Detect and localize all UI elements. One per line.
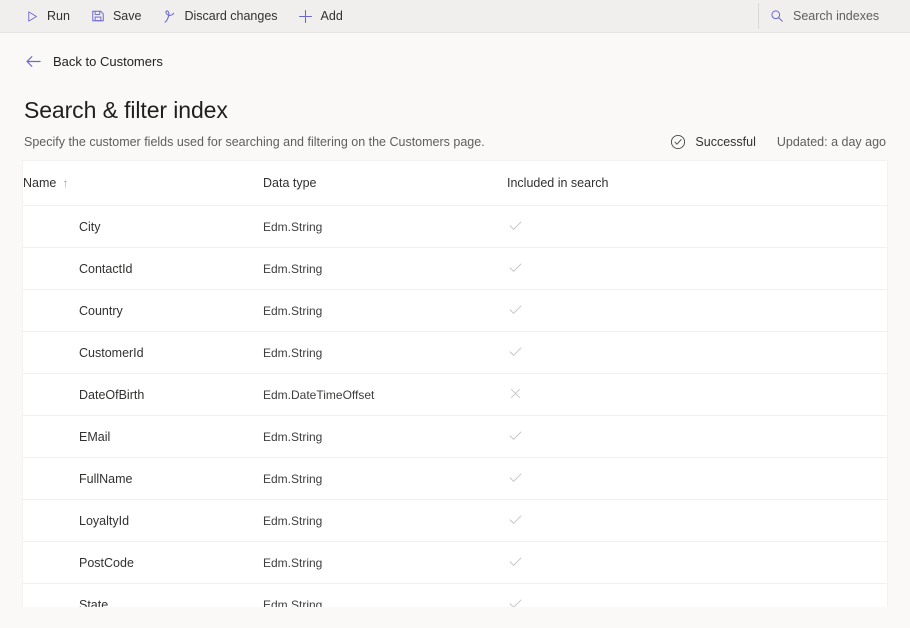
table-row[interactable]: PostCodeEdm.String	[23, 542, 887, 584]
command-bar: Run Save Discard changes	[0, 0, 910, 33]
cell-included-in-search[interactable]	[507, 332, 887, 374]
page-subtitle: Specify the customer fields used for sea…	[24, 133, 485, 151]
cell-data-type: Edm.String	[263, 206, 507, 248]
cell-data-type: Edm.String	[263, 332, 507, 374]
table-row[interactable]: ContactIdEdm.String	[23, 248, 887, 290]
cell-included-in-search[interactable]	[507, 248, 887, 290]
cell-data-type: Edm.DateTimeOffset	[263, 374, 507, 416]
plus-icon	[298, 8, 314, 24]
cell-field-name: City	[23, 206, 263, 248]
arrow-left-icon	[24, 52, 42, 70]
cell-included-in-search[interactable]	[507, 374, 887, 416]
check-icon	[507, 427, 523, 443]
cell-data-type: Edm.String	[263, 500, 507, 542]
cell-included-in-search[interactable]	[507, 458, 887, 500]
cell-field-name: Country	[23, 290, 263, 332]
search-input[interactable]: Search indexes	[793, 9, 879, 23]
cell-data-type: Edm.String	[263, 416, 507, 458]
check-icon	[507, 217, 523, 233]
search-indexes-box[interactable]: Search indexes	[759, 0, 910, 32]
page-title: Search & filter index	[24, 95, 886, 125]
table-row[interactable]: EMailEdm.String	[23, 416, 887, 458]
table-row[interactable]: FullNameEdm.String	[23, 458, 887, 500]
table-row[interactable]: CountryEdm.String	[23, 290, 887, 332]
cell-field-name: CustomerId	[23, 332, 263, 374]
cell-field-name: ContactId	[23, 248, 263, 290]
table-row[interactable]: LoyaltyIdEdm.String	[23, 500, 887, 542]
cell-data-type: Edm.String	[263, 458, 507, 500]
save-icon	[90, 8, 106, 24]
save-button-label: Save	[113, 9, 142, 23]
column-header-included-in-search-label: Included in search	[507, 176, 608, 190]
check-icon	[507, 553, 523, 569]
page-header: Search & filter index Specify the custom…	[0, 82, 910, 152]
page-subheader-row: Specify the customer fields used for sea…	[24, 132, 886, 152]
column-header-data-type-label: Data type	[263, 176, 317, 190]
cell-data-type: Edm.String	[263, 542, 507, 584]
back-navigation: Back to Customers	[0, 33, 910, 82]
status-updated-text: Updated: a day ago	[777, 135, 886, 149]
cell-field-name: DateOfBirth	[23, 374, 263, 416]
table-row[interactable]: DateOfBirthEdm.DateTimeOffset	[23, 374, 887, 416]
column-header-included-in-search[interactable]: Included in search	[507, 161, 887, 206]
cell-included-in-search[interactable]	[507, 584, 887, 608]
cell-data-type: Edm.String	[263, 248, 507, 290]
discard-changes-button-label: Discard changes	[184, 9, 277, 23]
back-to-customers-label: Back to Customers	[53, 54, 163, 69]
table-header: Name ↑ Data type Included in search	[23, 161, 887, 206]
check-circle-icon	[669, 134, 686, 151]
check-icon	[507, 595, 523, 607]
check-icon	[507, 259, 523, 275]
status-badge: Successful	[695, 135, 755, 149]
add-button[interactable]: Add	[288, 0, 353, 32]
check-icon	[507, 301, 523, 317]
cell-field-name: EMail	[23, 416, 263, 458]
index-fields-table: Name ↑ Data type Included in search City…	[23, 161, 887, 607]
cell-data-type: Edm.String	[263, 290, 507, 332]
run-button[interactable]: Run	[14, 0, 80, 32]
cell-field-name: LoyaltyId	[23, 500, 263, 542]
cell-field-name: PostCode	[23, 542, 263, 584]
cell-data-type: Edm.String	[263, 584, 507, 608]
check-icon	[507, 469, 523, 485]
save-button[interactable]: Save	[80, 0, 152, 32]
column-header-name-label: Name	[23, 176, 56, 190]
cell-included-in-search[interactable]	[507, 206, 887, 248]
table-body: CityEdm.StringContactIdEdm.StringCountry…	[23, 206, 887, 608]
table-row[interactable]: StateEdm.String	[23, 584, 887, 608]
cell-included-in-search[interactable]	[507, 290, 887, 332]
run-button-label: Run	[47, 9, 70, 23]
play-icon	[24, 8, 40, 24]
status-area: Successful Updated: a day ago	[669, 134, 886, 151]
sort-ascending-icon: ↑	[62, 177, 68, 189]
add-button-label: Add	[321, 9, 343, 23]
cell-included-in-search[interactable]	[507, 500, 887, 542]
table-row[interactable]: CustomerIdEdm.String	[23, 332, 887, 374]
cell-included-in-search[interactable]	[507, 416, 887, 458]
cell-field-name: FullName	[23, 458, 263, 500]
discard-changes-button[interactable]: Discard changes	[151, 0, 287, 32]
command-bar-actions: Run Save Discard changes	[0, 0, 353, 32]
undo-icon	[161, 8, 177, 24]
table-header-row: Name ↑ Data type Included in search	[23, 161, 887, 206]
table-row[interactable]: CityEdm.String	[23, 206, 887, 248]
back-to-customers-link[interactable]: Back to Customers	[24, 52, 163, 70]
cell-included-in-search[interactable]	[507, 542, 887, 584]
cell-field-name: State	[23, 584, 263, 608]
column-header-data-type[interactable]: Data type	[263, 161, 507, 206]
check-icon	[507, 511, 523, 527]
check-icon	[507, 343, 523, 359]
search-icon	[769, 8, 785, 24]
column-header-name[interactable]: Name ↑	[23, 161, 263, 206]
close-icon	[507, 386, 523, 402]
index-fields-panel: Name ↑ Data type Included in search City…	[22, 160, 888, 607]
